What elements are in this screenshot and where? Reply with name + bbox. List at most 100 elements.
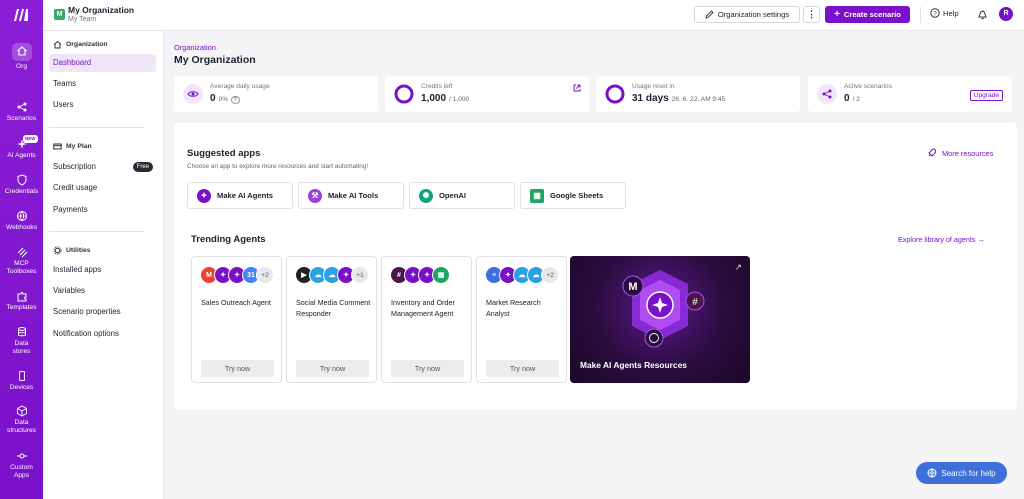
nav-credentials[interactable]: Credentials — [0, 174, 43, 196]
sidebar-item-notification-options[interactable]: Notification options — [49, 325, 156, 343]
plug-icon — [16, 453, 27, 459]
nav-custom-apps[interactable]: Custom Apps — [0, 450, 43, 480]
search-for-help-button[interactable]: Search for help — [916, 462, 1007, 484]
item-label: Subscription — [53, 162, 96, 171]
nav-label: Templates — [6, 304, 37, 311]
settings-label: Organization settings — [717, 10, 790, 19]
sidebar-item-dashboard[interactable]: Dashboard — [49, 54, 156, 72]
section-label: Utilities — [66, 247, 91, 254]
section-label: Organization — [66, 41, 108, 48]
trending-agents-title: Trending Agents — [191, 234, 266, 245]
more-options-button[interactable]: ⋮ — [803, 6, 820, 23]
agent-app-icons: ▶ ☁ ☁ ✦ +1 — [295, 266, 369, 284]
agent-card-inventory[interactable]: # ✦ ✦ ▦ Inventory and Order Management A… — [381, 256, 472, 383]
ai-agents-resources-card[interactable]: M # ↗ Make AI Agents Resources — [570, 256, 750, 383]
info-icon[interactable]: ? — [230, 96, 240, 104]
agent-name: Market Research Analyst — [486, 298, 541, 318]
bell-icon[interactable] — [977, 8, 988, 20]
agent-card-social-media[interactable]: ▶ ☁ ☁ ✦ +1 Social Media Comment Responde… — [286, 256, 377, 383]
sidebar-item-variables[interactable]: Variables — [49, 282, 156, 300]
app-card-google-sheets[interactable]: ▦ Google Sheets — [520, 182, 626, 209]
help-label: Help — [943, 8, 959, 18]
free-badge: Free — [132, 162, 153, 172]
nav-label: Credentials — [4, 188, 39, 195]
sidebar-item-payments[interactable]: Payments — [49, 201, 156, 219]
explore-library-link[interactable]: Explore library of agents → — [898, 235, 985, 244]
nav-scenarios[interactable]: Scenarios — [0, 101, 43, 123]
nav-mcp-toolboxes[interactable]: MCP Toolboxes — [0, 246, 43, 276]
agent-app-icons: M ✦ ✦ 31 +2 — [200, 266, 274, 284]
stat-active-scenarios: Active scenarios 0/ 2 Upgrade — [808, 76, 1012, 112]
external-arrow-icon: ↗ — [734, 262, 742, 272]
sidebar-item-users[interactable]: Users — [49, 96, 156, 114]
make-logo-icon[interactable] — [12, 8, 30, 22]
try-now-button[interactable]: Try now — [201, 360, 274, 377]
nav-data-structures[interactable]: Data structures — [0, 405, 43, 435]
app-card-make-ai-agents[interactable]: ✦ Make AI Agents — [187, 182, 293, 209]
stat-label: Credits left — [421, 83, 453, 90]
stat-usage-reset: Usage reset in 31 days 26. 6. 22. AM 9:45 — [596, 76, 800, 112]
stat-number: 0 — [844, 93, 850, 104]
nav-label: Data stores — [12, 340, 31, 355]
nav-org[interactable]: Org — [0, 43, 43, 71]
google-sheets-icon: ▦ — [530, 188, 544, 203]
stat-sub: / 2 — [852, 96, 860, 103]
org-avatar[interactable]: M — [54, 9, 65, 20]
divider — [49, 127, 145, 128]
stat-number: 1,000 — [421, 93, 447, 104]
nav-templates[interactable]: Templates — [0, 290, 43, 312]
sidebar-item-teams[interactable]: Teams — [49, 75, 156, 93]
org-name[interactable]: My Organization — [68, 5, 134, 15]
organization-settings-button[interactable]: Organization settings — [694, 6, 800, 23]
main-navigation: Org Scenarios NEW AI Agents Credentials … — [0, 0, 43, 499]
divider — [920, 7, 921, 23]
suggested-apps-subtitle: Choose an app to explore more resources … — [187, 163, 369, 170]
mcp-icon — [17, 247, 27, 258]
stat-number: 0 — [210, 93, 216, 104]
nav-devices[interactable]: Devices — [0, 370, 43, 392]
sidebar-item-credit-usage[interactable]: Credit usage — [49, 179, 156, 197]
try-now-button[interactable]: Try now — [296, 360, 369, 377]
nav-ai-agents[interactable]: NEW AI Agents — [0, 135, 43, 160]
nav-label: Devices — [9, 384, 34, 391]
breadcrumb[interactable]: Organization — [174, 43, 216, 52]
help-button[interactable]: ? Help — [930, 8, 959, 18]
svg-text:M: M — [628, 281, 637, 293]
rocket-icon — [928, 148, 937, 157]
plus-icon: + — [834, 8, 840, 20]
section-organization: Organization — [53, 40, 108, 49]
nav-label: Webhooks — [5, 224, 38, 231]
create-label: Create scenario — [843, 10, 901, 19]
nav-data-stores[interactable]: Data stores — [0, 326, 43, 356]
svg-text:#: # — [692, 297, 698, 308]
gear-icon — [53, 246, 62, 255]
upgrade-button[interactable]: Upgrade — [969, 90, 1003, 101]
agent-card-market-research[interactable]: ≡ ✦ ☁ ☁ +2 Market Research Analyst Try n… — [476, 256, 567, 383]
organization-sidebar: Organization Dashboard Teams Users My Pl… — [43, 31, 164, 499]
question-icon: ? — [930, 8, 940, 18]
nav-webhooks[interactable]: Webhooks — [0, 210, 43, 232]
team-name: My Team — [68, 16, 97, 23]
stat-value: 0/ 2 — [844, 93, 860, 104]
sidebar-item-subscription[interactable]: Subscription Free — [49, 158, 156, 176]
sidebar-item-scenario-properties[interactable]: Scenario properties — [49, 303, 156, 321]
nav-label: MCP Toolboxes — [6, 260, 37, 275]
page-title: My Organization — [174, 54, 256, 66]
sidebar-item-installed-apps[interactable]: Installed apps — [49, 261, 156, 279]
create-scenario-button[interactable]: + Create scenario — [825, 6, 910, 23]
suggested-apps-title: Suggested apps — [187, 148, 261, 159]
agent-name: Sales Outreach Agent — [201, 298, 271, 307]
user-avatar[interactable]: R — [999, 7, 1013, 21]
try-now-button[interactable]: Try now — [486, 360, 559, 377]
app-card-openai[interactable]: ✺ OpenAI — [409, 182, 515, 209]
stat-label: Average daily usage — [210, 83, 270, 90]
more-resources-link[interactable]: More resources — [927, 148, 993, 158]
agent-card-sales-outreach[interactable]: M ✦ ✦ 31 +2 Sales Outreach Agent Try now — [191, 256, 282, 383]
app-card-make-ai-tools[interactable]: ⚒ Make AI Tools — [298, 182, 404, 209]
nav-label: Org — [16, 63, 27, 70]
external-link-icon[interactable] — [573, 84, 581, 92]
nav-label: Custom Apps — [10, 464, 33, 479]
try-now-button[interactable]: Try now — [391, 360, 464, 377]
section-utilities: Utilities — [53, 246, 91, 255]
stat-sub: 0% — [218, 96, 229, 103]
